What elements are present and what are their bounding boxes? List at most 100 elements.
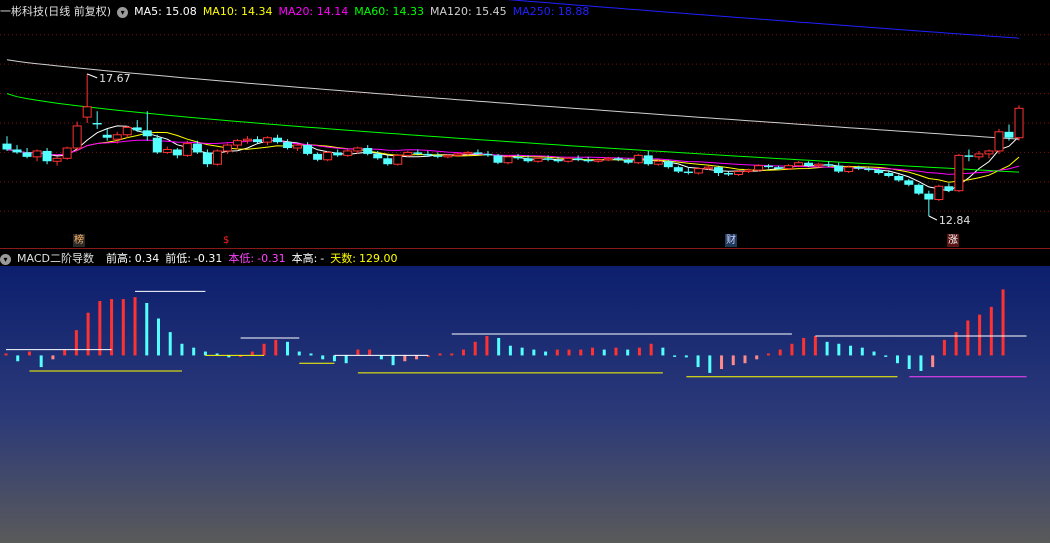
event-marker[interactable]: 财 <box>725 234 737 247</box>
histogram-bar <box>86 312 90 356</box>
histogram-bar <box>262 343 266 356</box>
stat-value: -0.31 <box>257 252 286 265</box>
chevron-down-icon[interactable]: ▾ <box>0 253 11 265</box>
stock-chart-window: { "upper": { "title": "一彬科技(日线 前复权)", "m… <box>0 0 1050 543</box>
histogram-bar <box>415 355 419 360</box>
ma-label: MA10: <box>202 5 242 18</box>
histogram-bar <box>497 337 501 356</box>
event-marker[interactable]: 榜 <box>73 234 85 247</box>
histogram-bar <box>274 339 278 356</box>
histogram-bar <box>74 330 78 356</box>
chart-title: 一彬科技(日线 前复权) <box>0 5 112 18</box>
histogram-bar <box>790 343 794 356</box>
histogram-bar <box>1001 289 1005 356</box>
stat-value: - <box>320 252 325 265</box>
histogram-bar <box>192 347 196 356</box>
ma-value: 18.88 <box>557 5 590 18</box>
histogram-bar <box>297 351 301 356</box>
histogram-bar <box>391 355 395 366</box>
histogram-bar <box>766 353 770 356</box>
ma-label: MA250: <box>512 5 558 18</box>
stat-value: 129.00 <box>359 252 398 265</box>
histogram-bar <box>673 355 677 357</box>
histogram-bar <box>520 347 524 356</box>
histogram-bar <box>180 343 184 356</box>
histogram-bar <box>825 341 829 356</box>
indicator-stats: 前高: 0.34 前低: -0.31 本低: -0.31 本高: - 天数: 129.00 <box>106 252 404 265</box>
histogram-bar <box>989 306 993 356</box>
histogram-bar <box>895 355 899 364</box>
stat-item: 本低: -0.31 <box>228 252 285 265</box>
histogram-bar <box>907 355 911 370</box>
ma-label: MA120: <box>429 5 476 18</box>
histogram-bar <box>368 349 372 356</box>
histogram-bar <box>720 355 724 370</box>
histogram-bar <box>321 355 325 360</box>
ma-value: 15.08 <box>165 5 197 18</box>
ma-legend-item: MA120: 15.45 <box>430 5 507 18</box>
ma-legend-item: MA250: 18.88 <box>513 5 590 18</box>
histogram-bar <box>626 349 630 356</box>
histogram-bar <box>637 347 641 356</box>
ma-value: 14.34 <box>241 5 273 18</box>
histogram-bar <box>919 355 923 371</box>
histogram-bar <box>356 349 360 356</box>
histogram-bar <box>63 349 67 356</box>
histogram-bar <box>4 353 8 356</box>
histogram-bar <box>966 320 970 356</box>
stat-item: 前低: -0.31 <box>165 252 222 265</box>
histogram-bar <box>461 349 465 356</box>
histogram-bar <box>121 299 125 356</box>
histogram-bar <box>661 347 665 356</box>
histogram-bar <box>708 355 712 373</box>
upper-legend: 一彬科技(日线 前复权) ▾ MA5: 15.08 MA10: 14.34 MA20: … <box>0 3 601 21</box>
ma-legend-list: MA5: 15.08 MA10: 14.34 MA20: 14.14 MA60: 14… <box>134 5 595 18</box>
histogram-bar <box>602 349 606 356</box>
histogram-bar <box>27 351 31 356</box>
histogram-bar <box>942 339 946 356</box>
histogram-bar <box>438 353 442 356</box>
histogram-bar <box>978 314 982 356</box>
event-marker[interactable]: $ <box>222 234 230 247</box>
histogram-bar <box>508 345 512 356</box>
histogram-bar <box>778 349 782 356</box>
histogram-bar <box>203 351 207 356</box>
stat-item: 前高: 0.34 <box>106 252 159 265</box>
histogram-bar <box>485 336 489 356</box>
histogram-bar <box>110 299 114 356</box>
ma-label: MA60: <box>354 5 393 18</box>
histogram-bar <box>743 355 747 364</box>
event-marker[interactable]: 涨 <box>947 234 959 247</box>
histogram-bar <box>51 355 55 360</box>
histogram-bar <box>931 355 935 368</box>
histogram-bar <box>872 351 876 356</box>
histogram-bar <box>884 355 888 357</box>
histogram-bar <box>450 353 454 356</box>
stat-label: 前低: <box>165 252 191 265</box>
ma-label: MA20: <box>278 5 317 18</box>
ma-legend-item: MA60: 14.33 <box>354 5 424 18</box>
histogram-bar <box>145 302 149 356</box>
stat-value: 0.34 <box>134 252 160 265</box>
ma-value: 14.14 <box>316 5 349 18</box>
histogram-bar <box>614 347 618 356</box>
histogram-bar <box>579 349 583 356</box>
histogram-bar <box>860 347 864 356</box>
histogram-bar <box>649 343 653 356</box>
stat-label: 本低: <box>228 252 255 265</box>
histogram-bar <box>532 349 536 356</box>
histogram-bar <box>544 351 548 356</box>
ma-label: MA5: <box>134 5 166 18</box>
lower-panel-background <box>0 266 1050 543</box>
histogram-bar <box>39 355 43 368</box>
histogram-bar <box>332 355 336 362</box>
stat-label: 本高: <box>291 252 318 265</box>
histogram-bar <box>309 353 313 356</box>
histogram-bar <box>837 343 841 356</box>
ma-legend-item: MA20: 14.14 <box>279 5 349 18</box>
chevron-down-icon[interactable]: ▾ <box>117 6 129 18</box>
stat-label: 天数: <box>330 252 356 265</box>
histogram-bar <box>684 355 688 358</box>
histogram-bar <box>344 355 348 364</box>
lower-legend: ▾ MACD二阶导数 前高: 0.34 前低: -0.31 本低: -0.31 本高: - 天数: 1… <box>0 250 410 268</box>
